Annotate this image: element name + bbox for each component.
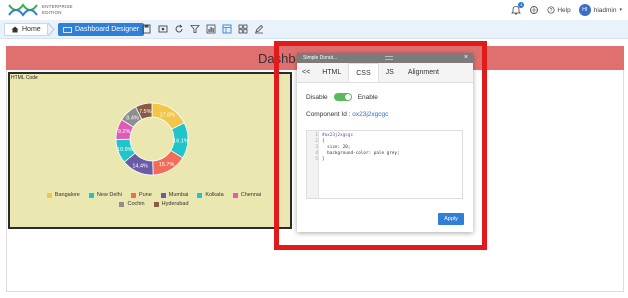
legend-item[interactable]: Bangalore xyxy=(46,192,80,198)
home-icon xyxy=(11,26,19,33)
preview-icon xyxy=(158,25,168,33)
filter-icon xyxy=(190,25,200,33)
breadcrumb-separator-icon xyxy=(47,23,55,36)
grid-button[interactable] xyxy=(238,24,248,34)
slice-data-label: 16.1% xyxy=(173,138,189,144)
legend-item[interactable]: Hyderabad xyxy=(153,201,189,207)
legend-item[interactable]: Pune xyxy=(130,192,152,198)
edit-icon xyxy=(255,24,264,34)
avatar: HI xyxy=(578,4,591,16)
legend-item[interactable]: Kolkata xyxy=(197,192,224,198)
slice-data-label: 17.6% xyxy=(159,112,175,118)
legend-label: Pune xyxy=(138,192,152,198)
dashboard-designer-button[interactable]: Dashboard Designer xyxy=(58,23,145,36)
slice-data-label: 10.9% xyxy=(117,147,133,153)
slice-data-label: 14.4% xyxy=(132,163,148,169)
legend-label: Chennai xyxy=(240,192,262,198)
highlight-box xyxy=(274,41,487,250)
designer-toolbar xyxy=(142,24,264,34)
preview-button[interactable] xyxy=(158,24,168,34)
chart-legend: Bangalore New Delhi Pune Mumbai Kolkata Chenn… xyxy=(40,192,268,207)
help-label: Help xyxy=(557,6,571,14)
grid-icon xyxy=(238,24,248,34)
slice-data-label: 8.4% xyxy=(126,116,139,122)
edit-button[interactable] xyxy=(254,24,264,34)
legend-swatch xyxy=(130,192,136,198)
legend-label: Mumbai xyxy=(168,192,189,198)
donut-chart: 17.6% 16.1% 15.7% 14.4% 10.9% 9.2% 8.4%7.5% xyxy=(115,102,189,176)
chart-icon xyxy=(206,24,216,34)
legend-label: Kolkata xyxy=(205,192,224,198)
globe-icon[interactable] xyxy=(529,5,539,15)
slice-data-label: 9.2% xyxy=(118,129,131,135)
legend-swatch xyxy=(88,192,94,198)
legend-item[interactable]: Cochin xyxy=(119,201,145,207)
slice-data-label: 15.7% xyxy=(159,162,175,168)
chevron-down-icon: ▾ xyxy=(619,7,622,13)
dashboard-icon xyxy=(63,26,72,33)
legend-label: Bangalore xyxy=(54,192,80,198)
save-icon xyxy=(142,24,151,34)
home-button[interactable]: Home xyxy=(4,23,48,36)
svg-text:?: ? xyxy=(550,8,553,14)
dashboard-designer-label: Dashboard Designer xyxy=(75,26,140,33)
refresh-button[interactable] xyxy=(174,24,184,34)
html-code-widget[interactable]: HTML Code 17.6% 16.1% 15.7% 14.4% 10.9% 9.2% 8… xyxy=(8,72,292,229)
help-link[interactable]: ? Help xyxy=(547,6,571,14)
notification-badge: 4 xyxy=(518,2,525,8)
legend-swatch xyxy=(46,192,52,198)
legend-label: Hyderabad xyxy=(161,201,189,207)
legend-item[interactable]: Chennai xyxy=(232,192,262,198)
header-right: 4 ? Help HI hiadmin ▾ xyxy=(511,2,622,18)
chart-button[interactable] xyxy=(206,24,216,34)
top-header: ENTERPRISE EDITION 4 ? Help HI hiadmin ▾ xyxy=(0,0,628,20)
legend-swatch xyxy=(197,192,203,198)
legend-swatch xyxy=(119,201,125,207)
save-button[interactable] xyxy=(142,24,152,34)
legend-label: New Delhi xyxy=(96,192,122,198)
refresh-icon xyxy=(175,24,183,33)
help-icon: ? xyxy=(547,6,555,14)
legend-swatch xyxy=(232,192,238,198)
legend-label: Cochin xyxy=(127,201,145,207)
logo-text: ENTERPRISE EDITION xyxy=(42,4,73,16)
legend-swatch xyxy=(153,201,159,207)
slice-data-label: 7.5% xyxy=(139,109,152,115)
logo-dna-icon xyxy=(8,3,38,17)
user-menu[interactable]: HI hiadmin ▾ xyxy=(578,4,622,16)
legend-item[interactable]: New Delhi xyxy=(88,192,122,198)
breadcrumb: Home Dashboard Designer xyxy=(0,20,628,39)
legend-item[interactable]: Mumbai xyxy=(160,192,189,198)
username: hiadmin xyxy=(593,6,617,14)
layout-icon xyxy=(222,24,232,34)
layout-button[interactable] xyxy=(222,24,232,34)
home-label: Home xyxy=(22,26,41,33)
notifications-button[interactable]: 4 xyxy=(511,2,525,15)
legend-swatch xyxy=(160,192,166,198)
filter-button[interactable] xyxy=(190,24,200,34)
logo-line-2: EDITION xyxy=(42,10,62,15)
